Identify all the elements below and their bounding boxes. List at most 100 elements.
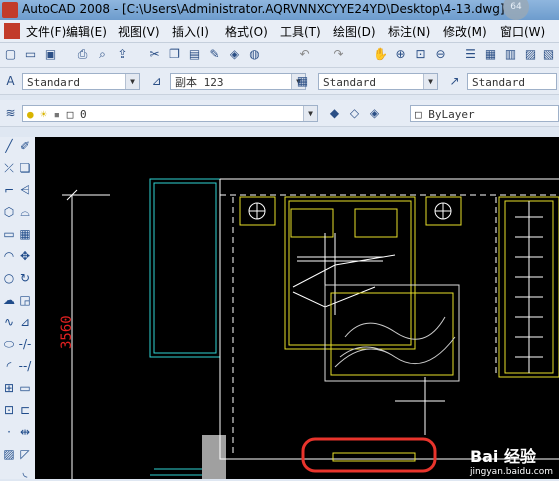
rotate-icon[interactable]: ↻ [16, 269, 34, 287]
dim-style-icon[interactable]: ⊿ [148, 73, 165, 90]
plot-preview-icon[interactable]: ⌕ [94, 46, 111, 63]
styles-toolbar: A Standard ▼ ⊿ 副本 123 ▼ ▦ Standard ▼ ↗ S… [0, 68, 559, 95]
break-at-point-icon[interactable]: ▭ [16, 379, 34, 397]
offset-icon[interactable]: ⌓ [16, 203, 34, 221]
chevron-down-icon[interactable]: ▼ [423, 74, 437, 89]
mirror-icon[interactable]: ⩤ [16, 181, 34, 199]
array-icon[interactable]: ▦ [16, 225, 34, 243]
menu-edit[interactable]: 编辑(E) [66, 23, 107, 40]
color-value: ByLayer [428, 108, 475, 121]
color-swatch-icon: □ [415, 108, 422, 121]
window-title: AutoCAD 2008 - [C:\Users\Administrator.A… [22, 2, 505, 16]
construction-lines [395, 377, 445, 435]
wardrobe [498, 196, 559, 378]
layer-color-icon: □ [66, 108, 74, 121]
menu-draw[interactable]: 绘图(D) [333, 23, 376, 40]
save-icon[interactable]: ▣ [42, 46, 59, 63]
menu-bar: 文件(F) 编辑(E) 视图(V) 插入(I) 格式(O) 工具(T) 绘图(D… [0, 20, 559, 43]
plot-icon[interactable]: ⎙ [74, 46, 91, 63]
cyan-wall [149, 178, 221, 476]
tool-palettes-icon[interactable]: ▥ [502, 46, 519, 63]
draw-modify-toolbar: ╱ ✐ ⤫ ❏ ⌐ ⩤ ⬡ ⌓ ▭ ▦ ◠ ✥ ○ ↻ ☁ ◲ ∿ ⊿ ⬭ -/… [0, 137, 35, 479]
multileader-style-select[interactable]: Standard [467, 73, 557, 90]
break-icon[interactable]: ⊏ [16, 401, 34, 419]
sheet-set-icon[interactable]: ▨ [522, 46, 539, 63]
make-object-layer-current-icon[interactable]: ◆ [326, 105, 343, 122]
chevron-down-icon[interactable]: ▼ [303, 106, 317, 121]
chevron-down-icon[interactable]: ▼ [125, 74, 139, 89]
redo-icon[interactable]: ↷ [330, 46, 347, 63]
join-icon[interactable]: ⇹ [16, 423, 34, 441]
cut-icon[interactable]: ✂ [146, 46, 163, 63]
nightstand-left [239, 196, 276, 226]
multileader-style-value: Standard [472, 76, 525, 89]
block-editor-icon[interactable]: ◈ [226, 46, 243, 63]
standard-toolbar: ▢ ▭ ▣ ⎙ ⌕ ⇪ ✂ ❐ ▤ ✎ ◈ ◍ ↶ ↷ ✋ ⊕ ⊡ ⊖ ☰ ▦ … [0, 43, 559, 68]
table-style-icon[interactable]: ▦ [294, 73, 311, 90]
watermark-brand: Bai 经验 [469, 447, 536, 466]
layers-toolbar: ≋ ● ☀ ▪ □ 0 ▼ ◆ ◇ ◈ □ ByLayer [0, 100, 559, 127]
multileader-style-icon[interactable]: ↗ [446, 73, 463, 90]
publish-icon[interactable]: ⇪ [114, 46, 131, 63]
layer-manager-icon[interactable]: ≋ [2, 105, 19, 122]
scale-icon[interactable]: ◲ [16, 291, 34, 309]
title-bar: AutoCAD 2008 - [C:\Users\Administrator.A… [0, 0, 559, 20]
drawing-canvas[interactable]: 3560 Bai 经验 jingyan.baidu.com [35, 137, 559, 479]
lightbulb-icon: ● [27, 108, 34, 121]
dimension-text: 3560 [59, 315, 75, 349]
layer-value: 0 [80, 108, 87, 121]
room-outline [219, 178, 559, 460]
layer-previous-icon[interactable]: ◇ [346, 105, 363, 122]
sun-icon: ☀ [40, 108, 47, 121]
undo-icon[interactable]: ↶ [296, 46, 313, 63]
menu-dimension[interactable]: 标注(N) [388, 23, 430, 40]
new-file-icon[interactable]: ▢ [2, 46, 19, 63]
block-attribute-icon[interactable]: ◍ [246, 46, 263, 63]
stretch-icon[interactable]: ⊿ [16, 313, 34, 331]
extend-icon[interactable]: --/ [16, 357, 34, 375]
properties-icon[interactable]: ☰ [462, 46, 479, 63]
menu-format[interactable]: 格式(O) [225, 23, 268, 40]
lock-icon: ▪ [53, 108, 61, 121]
pan-icon[interactable]: ✋ [372, 46, 389, 63]
paste-icon[interactable]: ▤ [186, 46, 203, 63]
layer-states-icon[interactable]: ◈ [366, 105, 383, 122]
grey-column [202, 435, 226, 479]
autocad-app-icon[interactable] [2, 2, 18, 18]
chamfer-icon[interactable]: ◸ [16, 445, 34, 463]
move-icon[interactable]: ✥ [16, 247, 34, 265]
baidu-watermark: Bai 经验 jingyan.baidu.com [470, 443, 553, 477]
copy-object-icon[interactable]: ❏ [16, 159, 34, 177]
table-style-value: Standard [323, 76, 376, 89]
design-center-icon[interactable]: ▦ [482, 46, 499, 63]
menu-file[interactable]: 文件(F) [26, 23, 66, 40]
text-style-icon[interactable]: A [2, 73, 19, 90]
table-style-select[interactable]: Standard ▼ [318, 73, 438, 90]
text-style-select[interactable]: Standard ▼ [22, 73, 140, 90]
erase-icon[interactable]: ✐ [16, 137, 34, 155]
text-style-value: Standard [27, 76, 80, 89]
copy-icon[interactable]: ❐ [166, 46, 183, 63]
dashed-outline [220, 194, 559, 457]
document-menu-icon[interactable] [4, 23, 20, 39]
menu-view[interactable]: 视图(V) [118, 23, 160, 40]
layer-select[interactable]: ● ☀ ▪ □ 0 ▼ [22, 105, 318, 122]
menu-tools[interactable]: 工具(T) [280, 23, 321, 40]
menu-insert[interactable]: 插入(I) [172, 23, 209, 40]
overlay-badge: 64 [503, 0, 529, 20]
menu-modify[interactable]: 修改(M) [443, 23, 487, 40]
dim-style-value: 副本 123 [175, 76, 224, 89]
open-file-icon[interactable]: ▭ [22, 46, 39, 63]
dim-style-select[interactable]: 副本 123 ▼ [170, 73, 306, 90]
zoom-realtime-icon[interactable]: ⊕ [392, 46, 409, 63]
menu-window[interactable]: 窗口(W) [500, 23, 545, 40]
match-properties-icon[interactable]: ✎ [206, 46, 223, 63]
fillet-icon[interactable]: ◟ [16, 463, 34, 481]
trim-icon[interactable]: -/- [16, 335, 34, 353]
zoom-previous-icon[interactable]: ⊖ [432, 46, 449, 63]
color-control-select[interactable]: □ ByLayer [410, 105, 559, 122]
tv-cabinet [332, 452, 416, 462]
zoom-window-icon[interactable]: ⊡ [412, 46, 429, 63]
markup-icon[interactable]: ▧ [540, 46, 557, 63]
floor-plan-drawing: 3560 [59, 178, 559, 479]
